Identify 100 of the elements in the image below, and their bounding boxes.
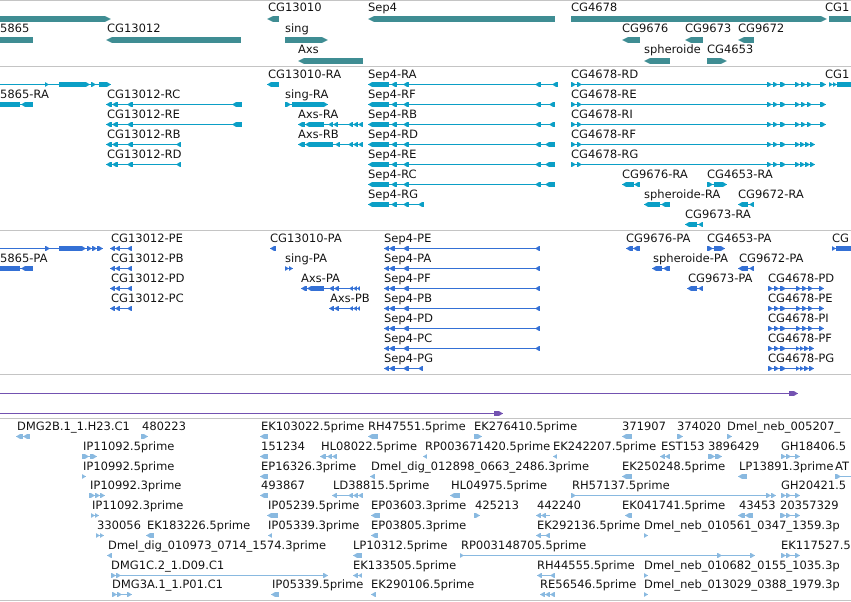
protein-label: CG4653-PA [707, 232, 772, 245]
est-label: Dmel_dig_012898_0663_2486.3prime [371, 460, 590, 473]
gene-label: CG4653 [707, 43, 754, 56]
transcript-label: Axs-RA [298, 108, 338, 121]
gene-label: CG13012 [107, 22, 161, 35]
protein-label: CG13012-PD [111, 272, 184, 285]
transcript-label: sing-RA [285, 88, 328, 101]
est-label: 374020 [677, 420, 721, 433]
transcript-label: CG4678-RD [571, 68, 638, 81]
est-label: RE56546.5prime [540, 578, 636, 591]
protein-label: Sep4-PB [384, 292, 432, 305]
protein-label: CG4678-PI [768, 312, 829, 325]
protein-label: CG4678-PF [768, 332, 832, 345]
gene-label: Sep4 [368, 1, 397, 14]
transcript-label: spheroide-RA [644, 188, 720, 201]
transcript-label: CG4653-RA [707, 168, 773, 181]
protein-label: Sep4-PC [384, 332, 432, 345]
protein-label: Axs-PA [301, 272, 340, 285]
est-label: AT [835, 460, 849, 473]
est-label: RH57137.5prime [572, 479, 670, 492]
est-label: EK117527.5 [781, 539, 851, 552]
est-label: Dmel_neb_013029_0388_1979.3p [644, 578, 840, 591]
transcript-label: CG4678-RG [571, 148, 638, 161]
protein-label: CG13010-PA [270, 232, 342, 245]
protein-label: CG4678-PE [768, 292, 833, 305]
gene-label: CG13010 [268, 1, 322, 14]
est-label: EK276410.5prime [474, 420, 578, 433]
protein-label: Sep4-PA [384, 252, 432, 265]
est-label: GH18406.5 [781, 440, 846, 453]
est-label: EK290106.5prime [371, 578, 474, 591]
est-label: 330056 [97, 519, 141, 532]
protein-label: CG4678-PG [768, 352, 834, 365]
est-label: RP003671420.5prime [425, 440, 550, 453]
est-label: LP10312.5prime [353, 539, 448, 552]
est-label: RP003148705.5prime [461, 539, 586, 552]
gene-label: Axs [298, 43, 319, 56]
protein-label: CG13012-PE [111, 232, 183, 245]
protein-label: 5865-PA [0, 252, 48, 265]
transcript-label: Sep4-RG [368, 188, 418, 201]
protein-label: sing-PA [285, 252, 327, 265]
est-label: IP11092.3prime [92, 499, 184, 512]
est-label: EK103022.5prime [261, 420, 364, 433]
est-label: LP13891.3prime [739, 460, 834, 473]
protein-label: Axs-PB [330, 292, 370, 305]
est-label: 151234 [261, 440, 305, 453]
est-label: HL08022.5prime [321, 440, 418, 453]
gene-label: spheroide [644, 43, 701, 56]
est-label: HL04975.5prime [451, 479, 548, 492]
transcript-label: Sep4-RA [368, 68, 417, 81]
transcript-label: Sep4-RB [368, 108, 418, 121]
est-label: LD38815.5prime [333, 479, 430, 492]
est-label: 425213 [475, 499, 519, 512]
transcript-label: CG9672-RA [738, 188, 804, 201]
transcript-label: CG4678-RF [571, 128, 636, 141]
protein-label: CG4678-PD [768, 272, 834, 285]
protein-label: Sep4-PD [384, 312, 433, 325]
gene-label: sing [285, 22, 309, 35]
gene-label: CG9676 [622, 22, 668, 35]
transcript-label: Sep4-RE [368, 148, 416, 161]
transcript-label: CG13012-RD [107, 148, 182, 161]
est-label: EK292136.5prime [537, 519, 640, 532]
est-label: DMG2B.1_1.H23.C1 [17, 420, 130, 433]
est-label: 480223 [142, 420, 186, 433]
transcript-label: CG4678-RE [571, 88, 637, 101]
protein-label: CG9672-PA [739, 252, 804, 265]
est-label: EST153 [661, 440, 705, 453]
protein-label: Sep4-PE [384, 232, 432, 245]
est-label: Dmel_neb_010682_0155_1035.3p [644, 559, 840, 572]
est-label: Dmel_dig_010973_0714_1574.3prime [108, 539, 326, 552]
transcript-label: CG13010-RA [268, 68, 342, 81]
est-label: RH44555.5prime [537, 559, 635, 572]
est-label: RH47551.5prime [368, 420, 466, 433]
protein-label: CG13012-PB [111, 252, 184, 265]
transcript-label: Sep4-RC [368, 168, 417, 181]
protein-label: spheroide-PA [653, 252, 728, 265]
transcript-label: Sep4-RF [368, 88, 416, 101]
est-label: IP05239.5prime [268, 499, 360, 512]
est-label: Dmel_neb_005207_ [727, 420, 840, 433]
transcript-label: 5865-RA [0, 88, 49, 101]
protein-label: CG [832, 232, 849, 245]
est-label: IP05339.3prime [268, 519, 360, 532]
est-label: DMG1C.2_1.D09.C1 [111, 559, 224, 572]
transcript-label: CG9676-RA [622, 168, 688, 181]
gene-label: 5865 [0, 22, 30, 35]
est-label: EK242207.5prime [553, 440, 656, 453]
protein-label: CG9676-PA [626, 232, 690, 245]
protein-label: Sep4-PG [384, 352, 433, 365]
gene-label: CG4678 [571, 1, 618, 14]
protein-label: CG13012-PC [111, 292, 184, 305]
est-label: DMG3A.1_1.P01.C1 [112, 578, 223, 591]
est-label: EK133505.5prime [353, 559, 456, 572]
transcript-label: CG9673-RA [685, 208, 751, 221]
transcript-label: CG4678-RI [571, 108, 633, 121]
transcript-label: CG13012-RC [107, 88, 180, 101]
transcript-label: CG13012-RE [107, 108, 180, 121]
est-label: EK183226.5prime [147, 519, 250, 532]
est-label: EP03805.3prime [371, 519, 466, 532]
est-label: EK250248.5prime [622, 460, 726, 473]
est-label: Dmel_neb_010561_0347_1359.3p [644, 519, 840, 532]
gene-label: CG9673 [685, 22, 732, 35]
